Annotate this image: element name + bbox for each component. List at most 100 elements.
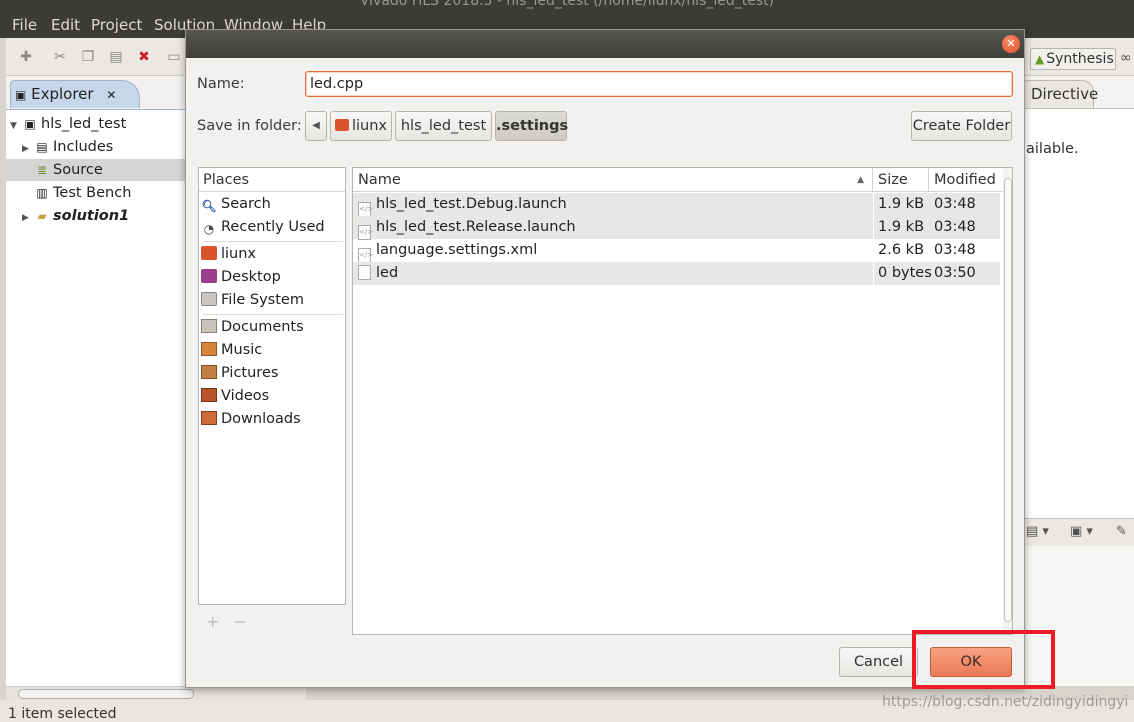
place-downloads[interactable]: Downloads xyxy=(201,408,301,431)
synthesis-perspective-button[interactable]: ▲ Synthesis xyxy=(1030,48,1116,70)
breadcrumb-back-button[interactable]: ◀ xyxy=(305,111,327,141)
tree-item-project[interactable]: ▼ ▣ hls_led_test xyxy=(10,113,126,135)
ok-highlight-annotation xyxy=(912,630,1055,689)
places-buttons: + − xyxy=(206,612,261,631)
clear-console-icon[interactable]: ✎ xyxy=(1116,524,1127,539)
home-folder-icon xyxy=(334,119,349,131)
expand-right-icon[interactable]: ▶ xyxy=(22,207,34,229)
add-place-icon[interactable]: + xyxy=(206,612,219,631)
menu-file[interactable]: File xyxy=(12,16,37,34)
new-file-icon[interactable]: ✚ xyxy=(18,49,34,65)
file-size: 0 bytes xyxy=(878,265,932,281)
watermark: https://blog.csdn.net/zidingyidingyi xyxy=(882,694,1129,710)
paste-icon[interactable]: ▤ xyxy=(108,49,124,65)
includes-icon: ▤ xyxy=(36,140,48,154)
desktop-icon xyxy=(201,269,217,283)
file-icon: </> xyxy=(358,248,373,263)
column-header-modified[interactable]: Modified xyxy=(929,168,1001,192)
file-row[interactable]: </> hls_led_test.Debug.launch 1.9 kB 03:4… xyxy=(353,193,1000,217)
close-icon[interactable]: ✕ xyxy=(1002,35,1020,53)
column-header-name[interactable]: Name ▲ xyxy=(353,168,873,192)
file-icon xyxy=(358,265,371,280)
scroll-thumb[interactable] xyxy=(18,689,194,699)
file-list-scrollbar[interactable] xyxy=(1003,168,1012,634)
places-sidebar: Places 🔍︎ Search ◔ Recently Used liunx Des… xyxy=(198,167,346,605)
remove-place-icon[interactable]: − xyxy=(233,612,246,631)
file-modified: 03:48 xyxy=(934,219,976,235)
place-recently-used[interactable]: ◔ Recently Used xyxy=(201,216,325,239)
console-toolbar: ▤ ▾ ▣ ▾ ✎ xyxy=(1024,518,1134,546)
videos-icon xyxy=(201,388,217,402)
tab-directive[interactable]: Directive xyxy=(1024,80,1098,108)
explorer-hscrollbar[interactable] xyxy=(6,686,306,700)
cut-icon[interactable]: ✂ xyxy=(52,49,68,65)
place-liunx[interactable]: liunx xyxy=(201,243,256,266)
file-list-header: Name ▲ Size Modified xyxy=(353,168,1012,192)
cancel-button[interactable]: Cancel xyxy=(839,647,918,677)
place-music[interactable]: Music xyxy=(201,339,262,362)
breadcrumb-liunx[interactable]: liunx xyxy=(330,111,392,141)
file-row[interactable]: </> hls_led_test.Release.launch 1.9 kB 03… xyxy=(353,216,1000,240)
save-icon[interactable]: ▭ xyxy=(166,49,182,65)
recent-icon: ◔ xyxy=(203,222,215,236)
place-desktop[interactable]: Desktop xyxy=(201,266,281,289)
tree-item-includes[interactable]: ▶ ▤ Includes xyxy=(22,136,113,158)
search-icon: 🔍︎ xyxy=(201,199,217,213)
solution-folder-icon: ▰ xyxy=(37,209,47,223)
file-row[interactable]: </> language.settings.xml 2.6 kB 03:48 xyxy=(353,239,1000,263)
place-documents[interactable]: Documents xyxy=(201,316,304,339)
place-file-system[interactable]: File System xyxy=(201,289,304,312)
explorer-folder-icon: ▣ xyxy=(15,88,27,102)
tree-item-testbench[interactable]: ▥ Test Bench xyxy=(34,182,131,204)
expand-down-icon[interactable]: ▼ xyxy=(10,115,22,137)
new-console-icon[interactable]: ▣ ▾ xyxy=(1070,524,1093,539)
synthesis-icon: ▲ xyxy=(1035,52,1045,66)
console-icon[interactable]: ▤ ▾ xyxy=(1026,524,1049,539)
downloads-icon xyxy=(201,411,217,425)
sort-up-icon: ▲ xyxy=(857,175,864,185)
file-list: Name ▲ Size Modified </> hls_led_test.Debu… xyxy=(352,167,1013,635)
name-label: Name: xyxy=(197,76,245,92)
explorer-tree: ▼ ▣ hls_led_test ▶ ▤ Includes ≣ Source ▥ Test … xyxy=(6,109,186,686)
explorer-panel: ▣ Explorer ✕ ▼ ▣ hls_led_test ▶ ▤ Includes ≣… xyxy=(6,76,186,686)
save-file-dialog: ✕ Name: Save in folder: ◀ liunx hls_led_… xyxy=(185,29,1025,688)
breadcrumb-hls-led-test[interactable]: hls_led_test xyxy=(395,111,492,141)
pictures-icon xyxy=(201,365,217,379)
scroll-thumb[interactable] xyxy=(1004,178,1012,622)
home-folder-icon xyxy=(201,246,217,260)
tree-item-source[interactable]: ≣ Source xyxy=(6,159,186,181)
delete-icon[interactable]: ✖ xyxy=(136,49,152,65)
filename-input[interactable] xyxy=(305,71,1013,97)
file-size: 2.6 kB xyxy=(878,242,925,258)
folder-label: Save in folder: xyxy=(197,118,302,134)
file-icon: </> xyxy=(358,202,373,217)
source-icon: ≣ xyxy=(36,163,48,177)
expand-right-icon[interactable]: ▶ xyxy=(22,138,34,160)
column-header-size[interactable]: Size xyxy=(873,168,929,192)
tab-explorer[interactable]: ▣ Explorer ✕ xyxy=(10,80,140,108)
menu-edit[interactable]: Edit xyxy=(51,16,80,34)
copy-icon[interactable]: ❐ xyxy=(80,49,96,65)
directive-message: ailable. xyxy=(1026,141,1079,157)
place-videos[interactable]: Videos xyxy=(201,385,269,408)
directive-panel: Directive ailable. ▤ ▾ ▣ ▾ ✎ xyxy=(1024,76,1134,686)
breadcrumb-settings[interactable]: .settings xyxy=(495,111,568,141)
place-pictures[interactable]: Pictures xyxy=(201,362,278,385)
chevron-left-icon: ◀ xyxy=(312,120,320,131)
dialog-titlebar[interactable]: ✕ xyxy=(186,30,1024,58)
debug-perspective-icon[interactable]: ∞ xyxy=(1120,50,1132,66)
file-modified: 03:48 xyxy=(934,196,976,212)
places-header: Places xyxy=(199,168,345,192)
column-divider xyxy=(873,193,874,216)
file-size: 1.9 kB xyxy=(878,196,925,212)
file-row[interactable]: led 0 bytes 03:50 xyxy=(353,262,1000,285)
menu-project[interactable]: Project xyxy=(91,16,142,34)
file-modified: 03:50 xyxy=(934,265,976,281)
directive-body: ailable. xyxy=(1024,108,1134,518)
testbench-icon: ▥ xyxy=(36,186,48,200)
close-icon[interactable]: ✕ xyxy=(106,88,116,102)
tree-item-solution[interactable]: ▶ ▰ solution1 xyxy=(22,205,129,227)
project-icon: ▣ xyxy=(24,117,36,131)
create-folder-button[interactable]: Create Folder xyxy=(911,111,1012,141)
place-search[interactable]: 🔍︎ Search xyxy=(201,193,270,216)
